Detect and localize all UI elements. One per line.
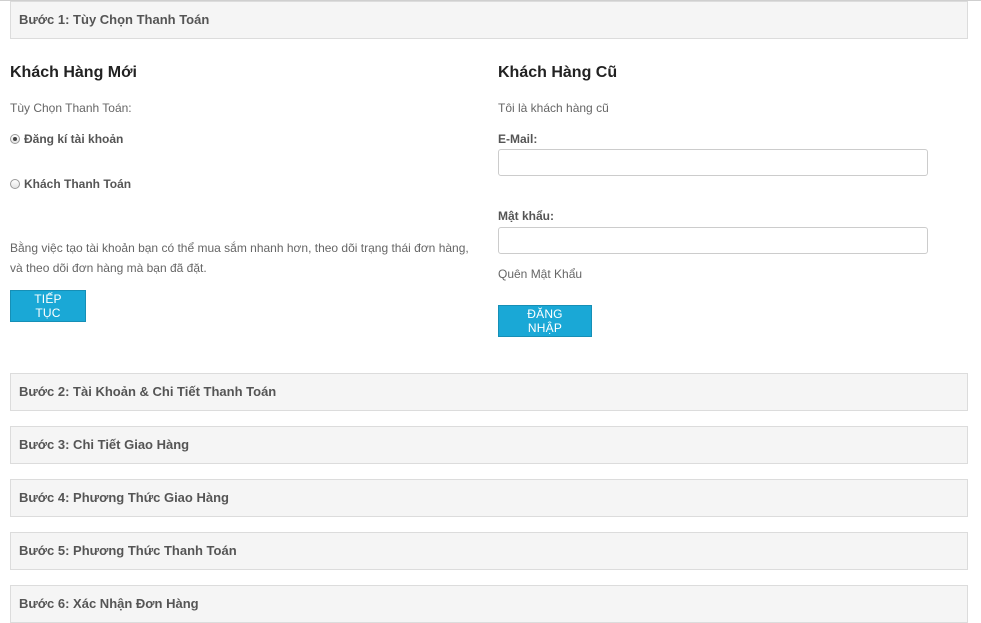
step-2-header[interactable]: Bước 2: Tài Khoản & Chi Tiết Thanh Toán <box>10 373 968 411</box>
step-3-title: Bước 3: Chi Tiết Giao Hàng <box>19 437 190 452</box>
password-field[interactable] <box>498 227 928 254</box>
radio-guest[interactable] <box>10 179 20 189</box>
radio-guest-row[interactable]: Khách Thanh Toán <box>10 176 131 192</box>
email-label: E-Mail: <box>498 132 538 146</box>
radio-register-row[interactable]: Đăng kí tài khoản <box>10 131 123 147</box>
step-2-title: Bước 2: Tài Khoản & Chi Tiết Thanh Toán <box>19 384 277 399</box>
radio-guest-label[interactable]: Khách Thanh Toán <box>24 177 131 191</box>
login-button[interactable]: Đăng nhập <box>498 305 592 337</box>
step-3-header[interactable]: Bước 3: Chi Tiết Giao Hàng <box>10 426 968 464</box>
step-4-header[interactable]: Bước 4: Phương Thức Giao Hàng <box>10 479 968 517</box>
step-1-header[interactable]: Bước 1: Tùy Chọn Thanh Toán <box>10 1 968 39</box>
new-customer-heading: Khách Hàng Mới <box>10 64 137 81</box>
returning-customer-heading: Khách Hàng Cũ <box>498 64 618 81</box>
continue-button[interactable]: Tiếp tục <box>10 290 86 322</box>
step-1-title: Bước 1: Tùy Chọn Thanh Toán <box>19 12 210 27</box>
step-6-header[interactable]: Bước 6: Xác Nhận Đơn Hàng <box>10 585 968 623</box>
step-5-title: Bước 5: Phương Thức Thanh Toán <box>19 543 237 558</box>
step-4-title: Bước 4: Phương Thức Giao Hàng <box>19 490 229 505</box>
step-5-header[interactable]: Bước 5: Phương Thức Thanh Toán <box>10 532 968 570</box>
radio-register-label[interactable]: Đăng kí tài khoản <box>24 132 123 146</box>
radio-register[interactable] <box>10 134 20 144</box>
checkout-options-label: Tùy Chọn Thanh Toán: <box>10 101 132 115</box>
email-field[interactable] <box>498 149 928 176</box>
password-label: Mật khẩu: <box>498 209 555 223</box>
step-6-title: Bước 6: Xác Nhận Đơn Hàng <box>19 596 199 611</box>
register-description: Bằng việc tạo tài khoản bạn có thể mua s… <box>10 241 469 275</box>
returning-customer-subtitle: Tôi là khách hàng cũ <box>498 101 609 115</box>
forgot-password-link[interactable]: Quên Mật Khẩu <box>498 267 582 281</box>
